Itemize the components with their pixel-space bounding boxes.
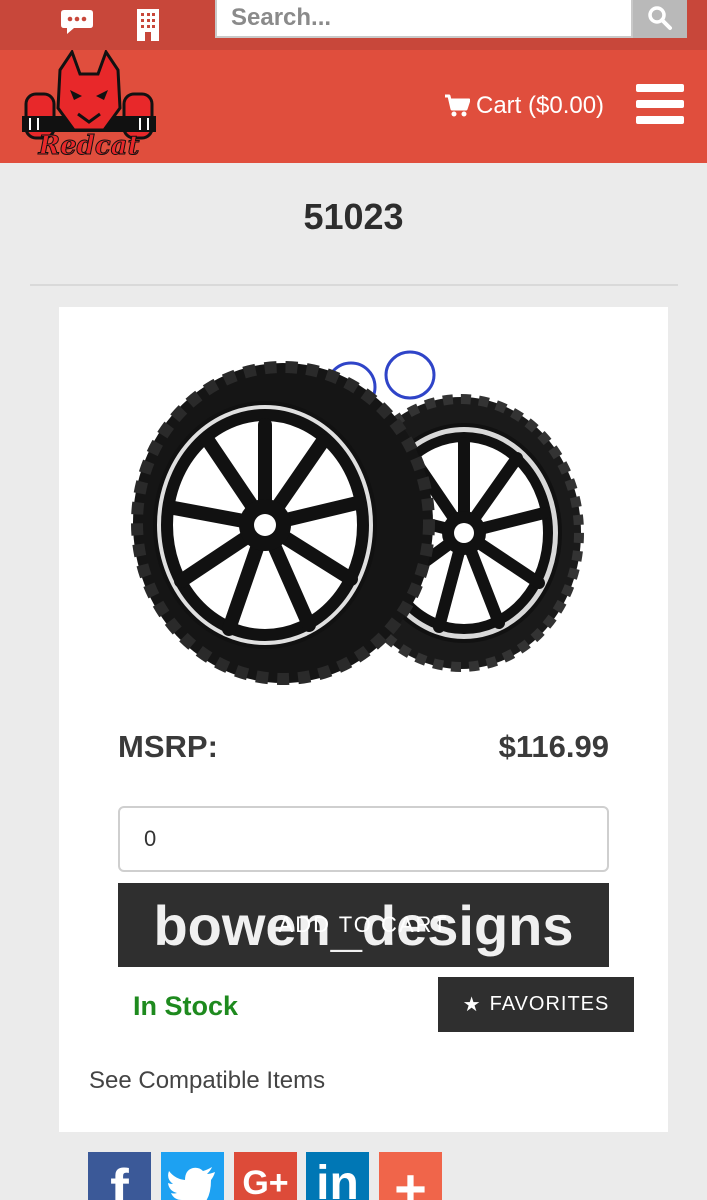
chat-bubble-icon[interactable] (60, 8, 94, 36)
msrp-label: MSRP: (118, 729, 218, 764)
google-plus-label: G+ (242, 1164, 289, 1200)
cart-label: Cart ($0.00) (476, 92, 605, 119)
shopping-cart-icon (445, 94, 470, 117)
quantity-input[interactable] (118, 806, 609, 872)
building-icon[interactable] (136, 8, 160, 42)
top-bar (0, 0, 707, 50)
facebook-icon[interactable]: f (88, 1152, 151, 1200)
search-icon (648, 5, 672, 30)
redcat-logo[interactable]: Redcat (20, 50, 158, 158)
msrp-price: $116.99 (498, 729, 609, 764)
linkedin-label: in (316, 1157, 359, 1200)
product-image[interactable] (119, 343, 615, 695)
divider (30, 284, 678, 286)
linkedin-icon[interactable]: in (306, 1152, 369, 1200)
share-plus-icon[interactable]: + (379, 1152, 442, 1200)
search-input[interactable] (215, 0, 633, 38)
search-button[interactable] (633, 0, 687, 38)
share-plus-label: + (394, 1157, 427, 1200)
add-to-cart-button[interactable]: ADD TO CART (118, 883, 609, 967)
favorites-label: FAVORITES (489, 993, 610, 1015)
cart-link[interactable]: Cart ($0.00) (444, 89, 604, 123)
see-compatible-items-link[interactable]: See Compatible Items (89, 1067, 325, 1095)
logo-text: Redcat (37, 131, 139, 158)
hamburger-menu-icon[interactable] (636, 82, 684, 126)
star-icon: ★ (462, 994, 482, 1016)
site-header: Redcat Cart ($0.00) (0, 50, 707, 163)
google-plus-icon[interactable]: G+ (234, 1152, 297, 1200)
search-bar (215, 0, 687, 38)
twitter-bird-icon (167, 1167, 215, 1200)
product-card: MSRP: $116.99 ADD TO CART bowen_designs … (59, 307, 668, 1132)
facebook-label: f (110, 1157, 129, 1200)
twitter-icon[interactable] (161, 1152, 224, 1200)
favorites-button[interactable]: ★ FAVORITES (438, 977, 634, 1032)
page-title: 51023 (303, 196, 404, 237)
stock-status: In Stock (133, 991, 239, 1021)
